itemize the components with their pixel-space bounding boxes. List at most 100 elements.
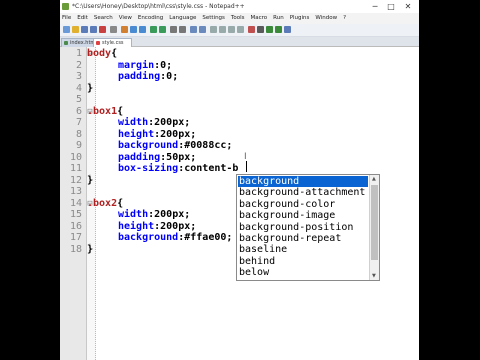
close-file-icon[interactable]	[99, 26, 106, 33]
text-caret	[246, 161, 247, 172]
line-number: 9	[75, 140, 82, 151]
line-number: 3	[75, 71, 82, 82]
unsaved-file-icon	[96, 41, 100, 45]
line-number: 11	[69, 163, 82, 174]
code-line: }	[87, 83, 93, 95]
close-button[interactable]: ✕	[400, 0, 416, 13]
find-icon[interactable]	[170, 26, 177, 33]
menu-settings[interactable]: Settings	[202, 13, 225, 24]
menu-tools[interactable]: Tools	[231, 13, 245, 24]
code-line: padding:50px;	[118, 152, 196, 164]
autocomplete-scrollbar[interactable]: ▲ ▼	[369, 175, 379, 280]
zoom-out-icon[interactable]	[199, 26, 206, 33]
minimize-button[interactable]: ─	[367, 0, 383, 13]
autocomplete-item[interactable]: background-color	[238, 199, 368, 210]
replace-icon[interactable]	[179, 26, 186, 33]
indent-guide-icon[interactable]	[237, 26, 244, 33]
menu-search[interactable]: Search	[94, 13, 113, 24]
css-property: width	[118, 209, 149, 220]
line-number: 7	[75, 117, 82, 128]
cut-icon[interactable]	[121, 26, 128, 33]
run-macro-multiple-icon[interactable]	[275, 26, 282, 33]
saved-file-icon	[64, 41, 68, 45]
autocomplete-item[interactable]: background-position	[238, 222, 368, 233]
line-number: 12	[69, 174, 82, 186]
brace: {	[117, 105, 124, 117]
menu-edit[interactable]: Edit	[77, 13, 88, 24]
editor-window: *C:\Users\Honey\Desktop\html\css\style.c…	[60, 0, 419, 360]
css-selector: .box2	[87, 197, 118, 209]
css-value: :0;	[160, 71, 179, 82]
menu-macro[interactable]: Macro	[250, 13, 267, 24]
css-property: box-sizing	[118, 163, 179, 174]
line-number: 1	[75, 48, 82, 59]
line-number: 15	[69, 209, 82, 220]
menu-language[interactable]: Language	[169, 13, 196, 24]
scroll-down-arrow-icon[interactable]: ▼	[372, 273, 376, 279]
show-symbols-icon[interactable]	[228, 26, 235, 33]
notepadpp-icon	[62, 3, 69, 10]
line-number-gutter: 1 2 3 4 5 6 7 8 9 10 11 12 13 14 15 16 17 18	[60, 47, 87, 360]
menu-file[interactable]: File	[62, 13, 71, 24]
autocomplete-item[interactable]: background-image	[238, 210, 368, 221]
code-line: height:200px;	[118, 221, 196, 233]
css-property: padding	[118, 151, 161, 163]
menu-view[interactable]: View	[119, 13, 132, 24]
paste-icon[interactable]	[139, 26, 146, 33]
css-value: :content-b	[178, 163, 239, 174]
brace: }	[87, 243, 94, 255]
css-property: margin	[118, 59, 155, 71]
save-all-icon[interactable]	[90, 26, 97, 33]
line-number: 10	[69, 151, 82, 163]
redo-icon[interactable]	[159, 26, 166, 33]
autocomplete-item[interactable]: baseline	[238, 244, 368, 255]
menu-help[interactable]: ?	[343, 13, 346, 24]
scrollbar-thumb[interactable]	[371, 185, 378, 260]
code-line: background:#0088cc;	[118, 140, 232, 152]
stop-macro-icon[interactable]	[257, 26, 264, 33]
new-file-icon[interactable]	[63, 26, 70, 33]
open-file-icon[interactable]	[72, 26, 79, 33]
line-number: 4	[75, 82, 82, 94]
scroll-up-arrow-icon[interactable]: ▲	[372, 176, 376, 182]
code-line: background:#ffae00;	[118, 232, 232, 244]
line-number: 8	[75, 128, 82, 140]
code-line: box-sizing:content-b	[118, 163, 238, 175]
menu-run[interactable]: Run	[273, 13, 284, 24]
tab-label: style.css	[102, 40, 124, 46]
record-macro-icon[interactable]	[248, 26, 255, 33]
code-line: margin:0;	[118, 60, 172, 72]
css-property: height	[118, 128, 155, 140]
word-wrap-icon[interactable]	[219, 26, 226, 33]
menu-bar: File Edit Search View Encoding Language Settin…	[60, 13, 419, 24]
autocomplete-item[interactable]: below	[238, 267, 368, 278]
play-macro-icon[interactable]	[266, 26, 273, 33]
sync-scroll-icon[interactable]	[210, 26, 217, 33]
line-number: 14	[69, 197, 82, 209]
code-line: body{	[87, 48, 117, 60]
autocomplete-item[interactable]: background	[238, 176, 368, 188]
menu-encoding[interactable]: Encoding	[138, 13, 163, 24]
menu-window[interactable]: Window	[315, 13, 337, 24]
maximize-button[interactable]: □	[383, 0, 399, 13]
autocomplete-item[interactable]: behind	[238, 256, 368, 267]
css-property: background	[118, 232, 179, 243]
css-value: :200px;	[148, 209, 191, 220]
tab-style-css[interactable]: style.css	[93, 38, 132, 47]
undo-icon[interactable]	[150, 26, 157, 33]
autocomplete-list[interactable]: background background-attachment backgroun…	[236, 174, 380, 281]
title-bar: *C:\Users\Honey\Desktop\html\css\style.c…	[60, 0, 419, 13]
menu-plugins[interactable]: Plugins	[290, 13, 310, 24]
brace: }	[87, 174, 94, 186]
zoom-in-icon[interactable]	[190, 26, 197, 33]
toolbar	[60, 24, 419, 37]
autocomplete-item[interactable]: background-repeat	[238, 233, 368, 244]
css-value: :0;	[154, 59, 173, 71]
css-value: :200px;	[154, 220, 197, 232]
css-property: padding	[118, 71, 161, 82]
save-icon[interactable]	[81, 26, 88, 33]
copy-icon[interactable]	[130, 26, 137, 33]
save-macro-icon[interactable]	[284, 26, 291, 33]
print-icon[interactable]	[110, 26, 117, 33]
autocomplete-item[interactable]: background-attachment	[238, 187, 368, 198]
